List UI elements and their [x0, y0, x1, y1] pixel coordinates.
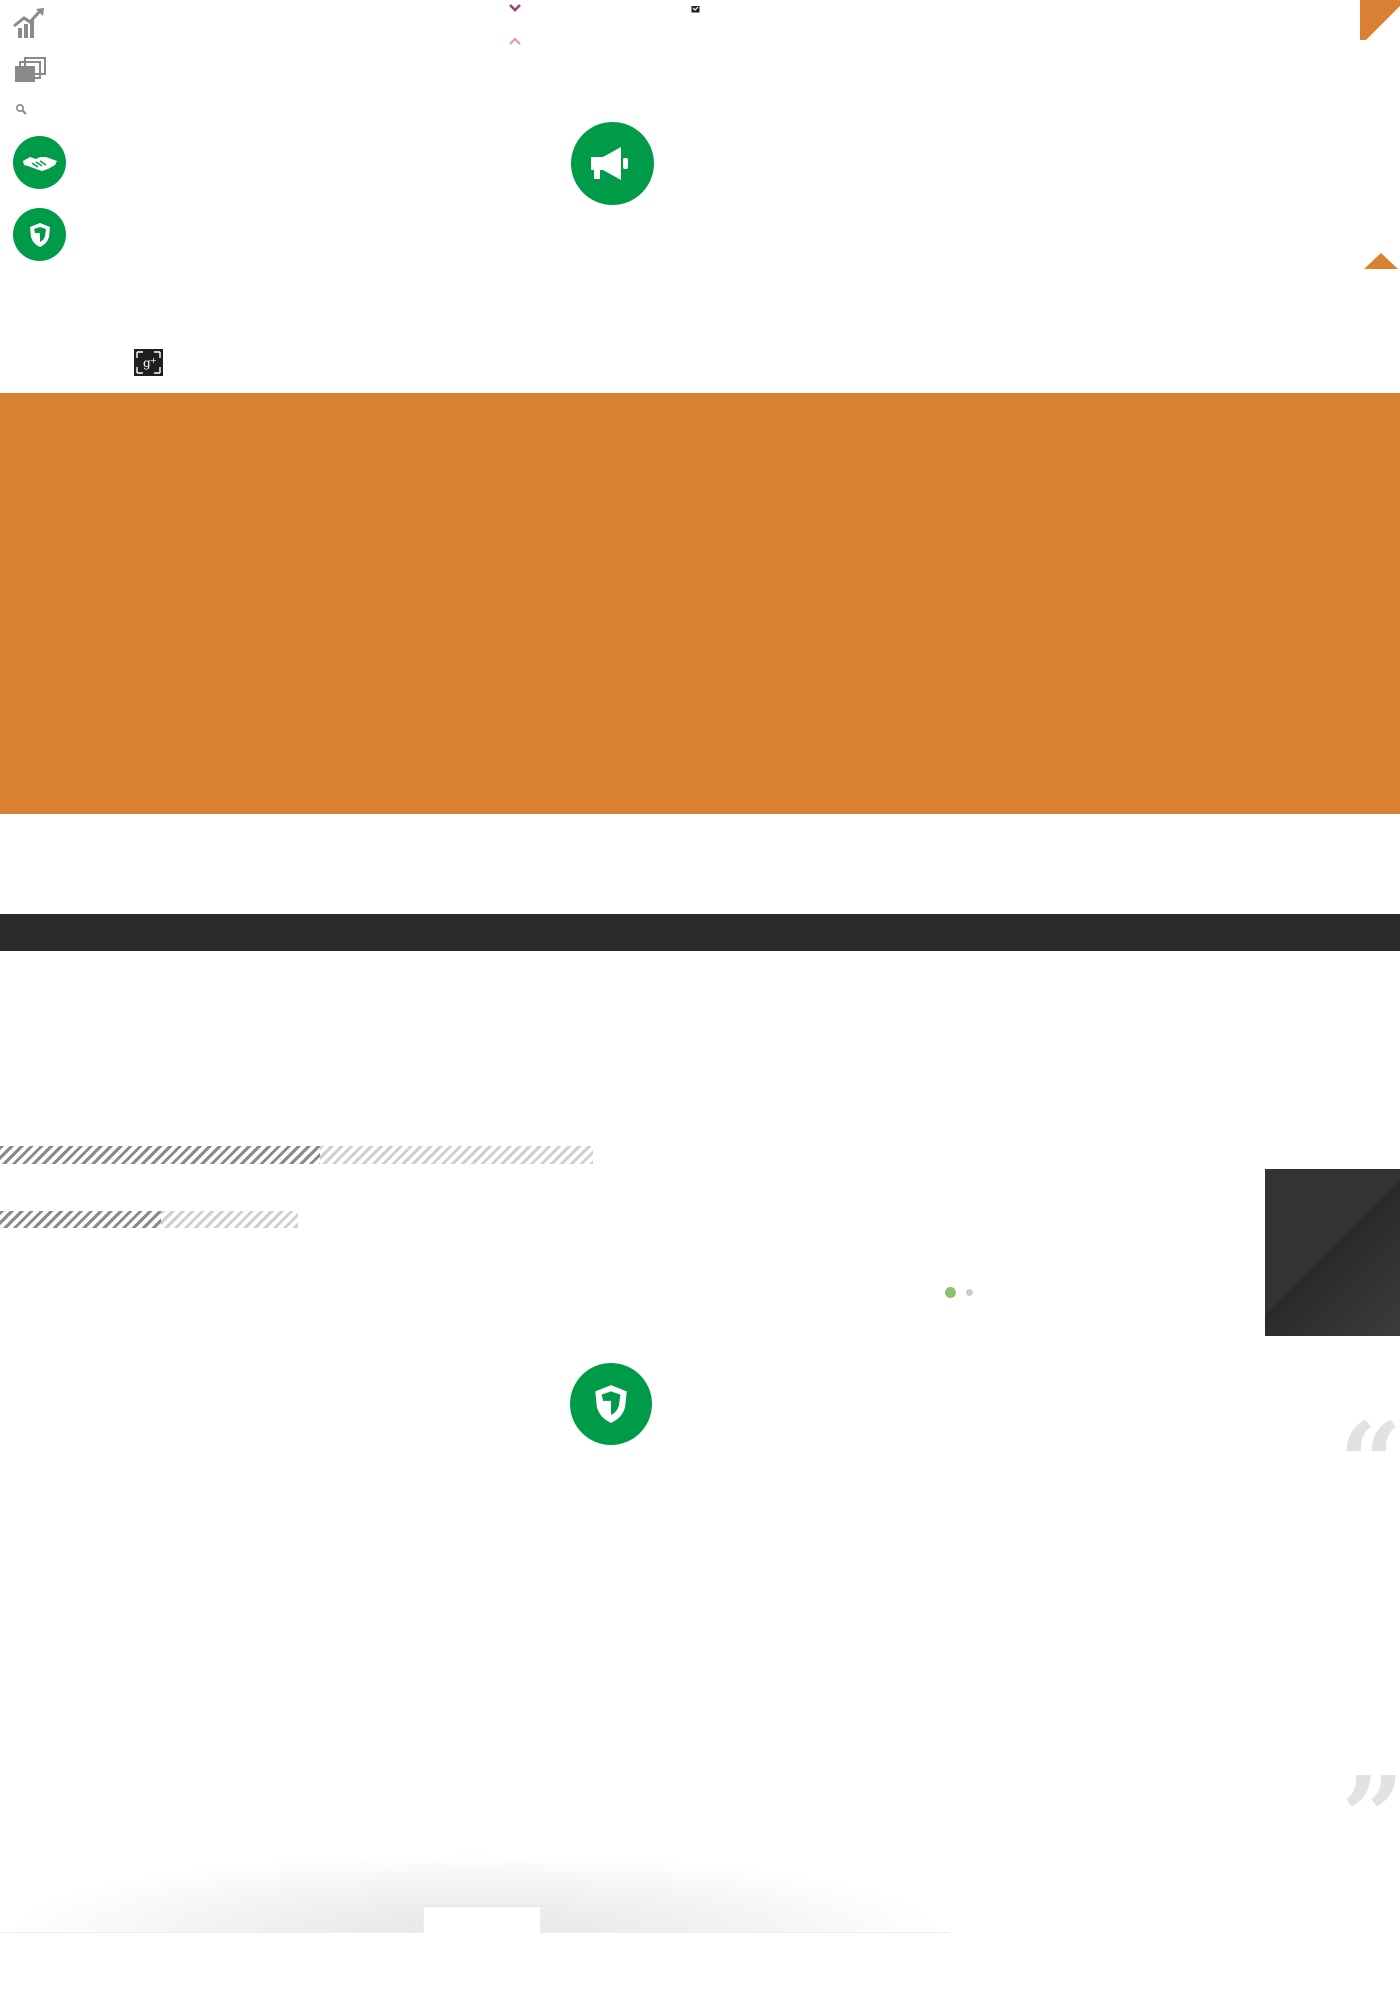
skill-bar-1-fill: [0, 1146, 321, 1164]
orange-banner: [0, 393, 1400, 814]
search-icon[interactable]: [15, 103, 29, 117]
section-tab[interactable]: [423, 1906, 541, 1933]
quote-open-icon: “: [1339, 1398, 1400, 1527]
shield-icon[interactable]: [13, 208, 66, 261]
checkbox-icon[interactable]: [691, 0, 700, 13]
corner-triangle-icon: [1360, 0, 1400, 40]
chevron-up-icon[interactable]: [508, 33, 522, 45]
svg-text:+: +: [150, 356, 157, 365]
caret-up-icon[interactable]: [1362, 251, 1400, 271]
quote-close-icon: ”: [1341, 1752, 1400, 1881]
page: g + “ ”: [0, 0, 1400, 2000]
dark-divider-band: [0, 914, 1400, 951]
dark-tile-shading: [1265, 1169, 1400, 1336]
chart-growth-icon[interactable]: [12, 6, 46, 40]
dark-feature-tile: [1265, 1169, 1400, 1336]
slider-dot[interactable]: [966, 1289, 973, 1296]
slider-dot-active[interactable]: [945, 1287, 956, 1298]
skill-bar-2-track: [160, 1211, 298, 1228]
skill-bar-2-fill: [0, 1211, 161, 1228]
chevron-down-icon[interactable]: [508, 0, 522, 12]
handshake-icon[interactable]: [13, 136, 66, 189]
megaphone-icon[interactable]: [571, 122, 654, 205]
skill-bar-1: [0, 1146, 593, 1164]
stack-icon[interactable]: [13, 56, 47, 86]
google-plus-icon[interactable]: g +: [134, 349, 163, 376]
skill-bar-1-track: [320, 1146, 593, 1164]
skill-bar-2: [0, 1211, 298, 1228]
shield-icon[interactable]: [570, 1363, 652, 1445]
